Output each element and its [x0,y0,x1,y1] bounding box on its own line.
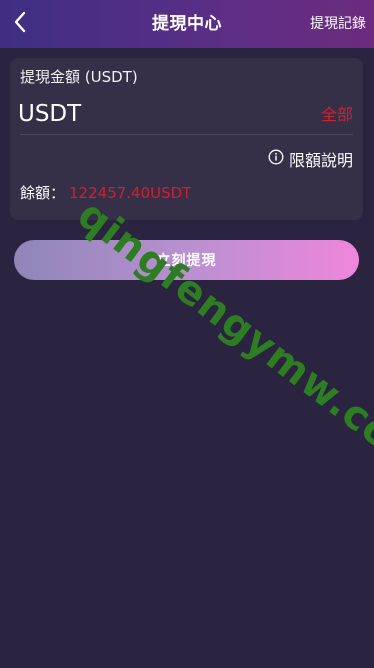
amount-title: 提現金額 (USDT) [20,68,138,86]
watermark: qingfengymw.com [69,191,374,485]
withdraw-all-button[interactable]: 全部 [321,101,353,125]
withdraw-page: 提現中心 提現記錄 提現金額 (USDT) 全部 限額說明 餘額： 122457… [0,0,374,668]
withdraw-now-button[interactable]: 立刻提現 [14,240,359,280]
balance-label: 餘額： [20,184,66,202]
withdraw-card: 提現金額 (USDT) 全部 限額說明 餘額： 122457.40USDT [10,58,363,220]
withdraw-record-link[interactable]: 提現記錄 [310,0,366,48]
info-circle-icon [268,149,284,169]
header-bar: 提現中心 提現記錄 [0,0,374,48]
limit-description-label: 限額說明 [288,151,353,170]
amount-input[interactable] [18,96,308,132]
limit-description-link[interactable]: 限額說明 [268,147,353,171]
balance-value: 122457.40USDT [69,183,192,202]
balance-row: 餘額： 122457.40USDT [20,182,191,203]
divider [20,134,353,135]
